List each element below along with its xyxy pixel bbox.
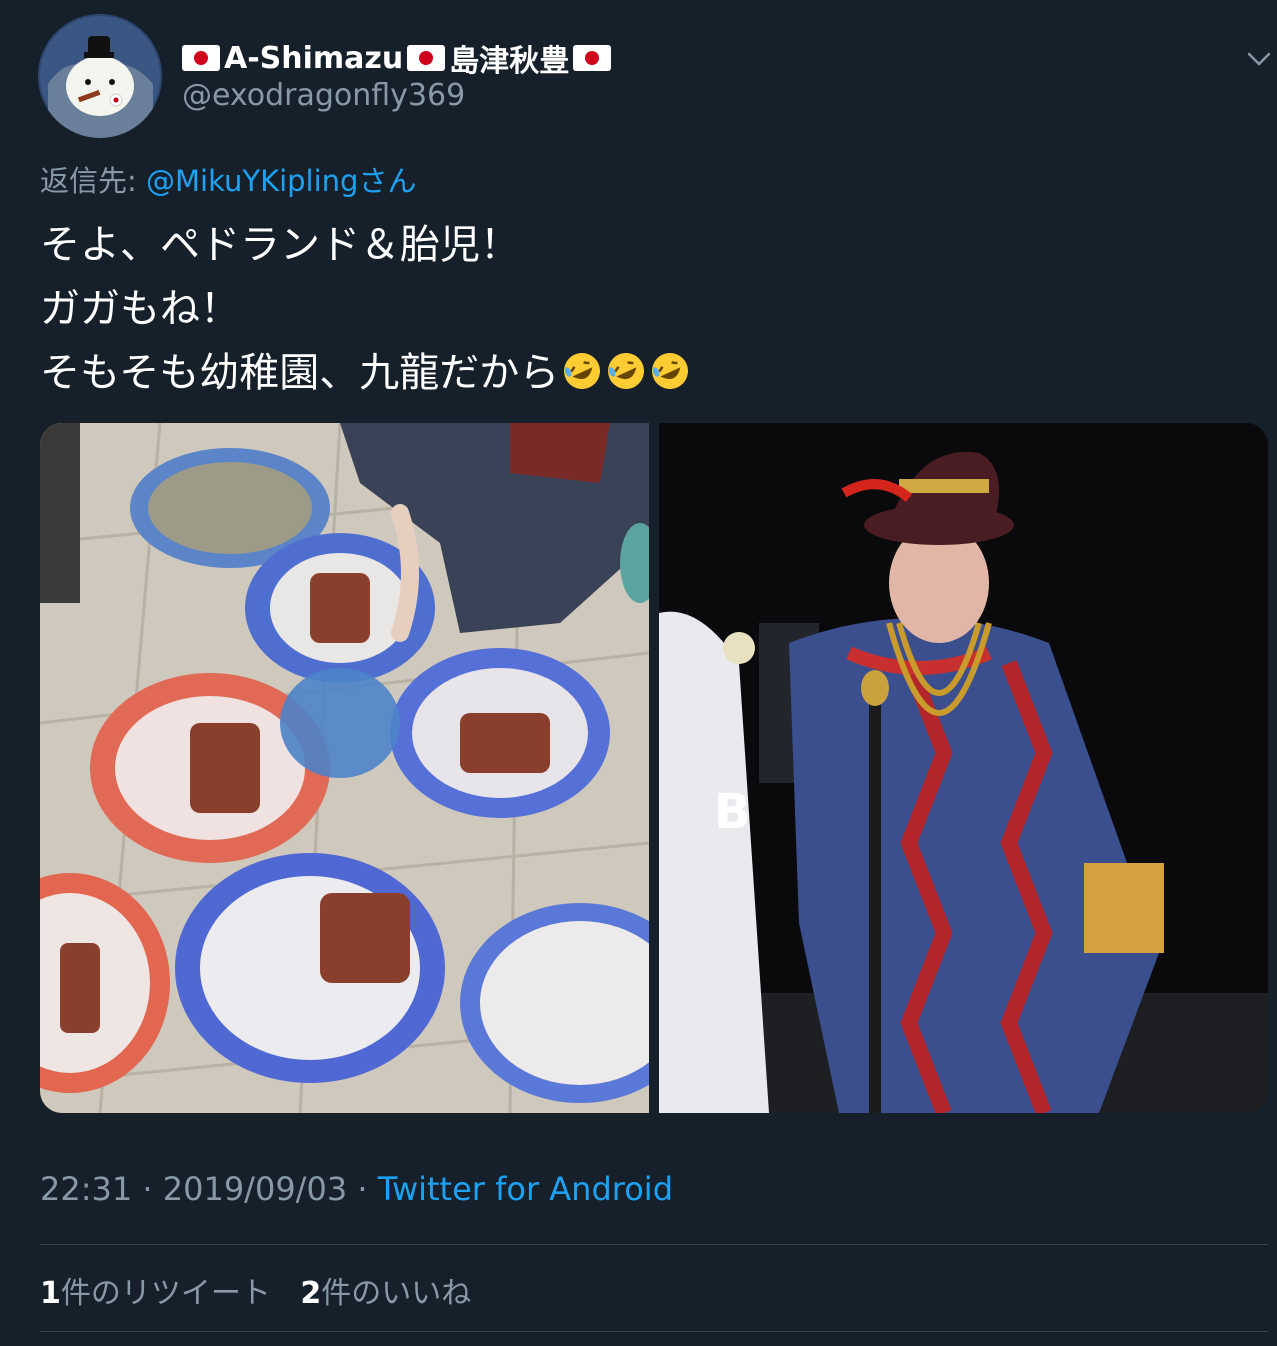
media-watermark: B (714, 784, 751, 840)
japan-flag-icon (182, 45, 220, 71)
tweet-source-link[interactable]: Twitter for Android (378, 1170, 673, 1208)
avatar-icon (38, 14, 162, 138)
photo-robed-man-image: B (659, 423, 1268, 1113)
retweet-label: 件のリツイート (60, 1276, 271, 1311)
rofl-emoji-icon (652, 353, 689, 389)
japan-flag-icon (407, 45, 446, 71)
retweets-stat[interactable]: 1件のリツイート (40, 1276, 271, 1311)
meta-separator: · (132, 1170, 163, 1208)
japan-flag-icon (573, 45, 612, 71)
divider (40, 1244, 1268, 1245)
reply-mention: @MikuYKipling (146, 164, 359, 198)
media-photo-2[interactable]: B (659, 423, 1268, 1113)
like-label: 件のいいね (321, 1276, 472, 1311)
tweet-line-2: ガガもね！ (40, 286, 240, 332)
tweet-date[interactable]: 2019/09/03 (163, 1170, 347, 1208)
tweet-line-1: そよ、ペドランド＆胎児！ (40, 222, 520, 268)
meta-separator: · (347, 1170, 378, 1208)
user-handle[interactable]: @exodragonfly369 (182, 78, 465, 113)
reply-suffix: さん (358, 164, 417, 198)
tweet-stats: 1件のリツイート 2件のいいね (40, 1268, 491, 1312)
media-photo-1[interactable] (40, 423, 649, 1113)
like-count: 2 (300, 1276, 322, 1311)
photo-basins-image (40, 423, 649, 1113)
tweet-meta: 22:31 · 2019/09/03 · Twitter for Android (40, 1170, 673, 1208)
likes-stat[interactable]: 2件のいいね (300, 1276, 471, 1311)
display-name-prefix: A-Shimazu (224, 40, 404, 76)
display-name[interactable]: A-Shimazu 島津秋豊 (182, 36, 612, 80)
rofl-emoji-icon (564, 353, 601, 389)
media-grid: B (40, 423, 1268, 1113)
retweet-count: 1 (40, 1276, 61, 1311)
tweet-line-3-wrap: そもそも幼稚園、九龍だから (40, 341, 691, 405)
tweet-time[interactable]: 22:31 (40, 1170, 132, 1208)
reply-mention-link[interactable]: @MikuYKiplingさん (146, 164, 416, 198)
replying-to: 返信先: @MikuYKiplingさん (40, 158, 416, 200)
tweet-line-3: そもそも幼稚園、九龍だから (40, 350, 560, 396)
rofl-emoji-icon (608, 353, 645, 389)
tweet-text: そよ、ペドランド＆胎児！ ガガもね！ そもそも幼稚園、九龍だから (40, 213, 691, 405)
chevron-down-icon[interactable] (1244, 46, 1274, 72)
divider (40, 1331, 1268, 1332)
avatar[interactable] (38, 14, 162, 138)
display-name-suffix: 島津秋豊 (449, 44, 570, 79)
reply-label: 返信先: (40, 164, 146, 198)
